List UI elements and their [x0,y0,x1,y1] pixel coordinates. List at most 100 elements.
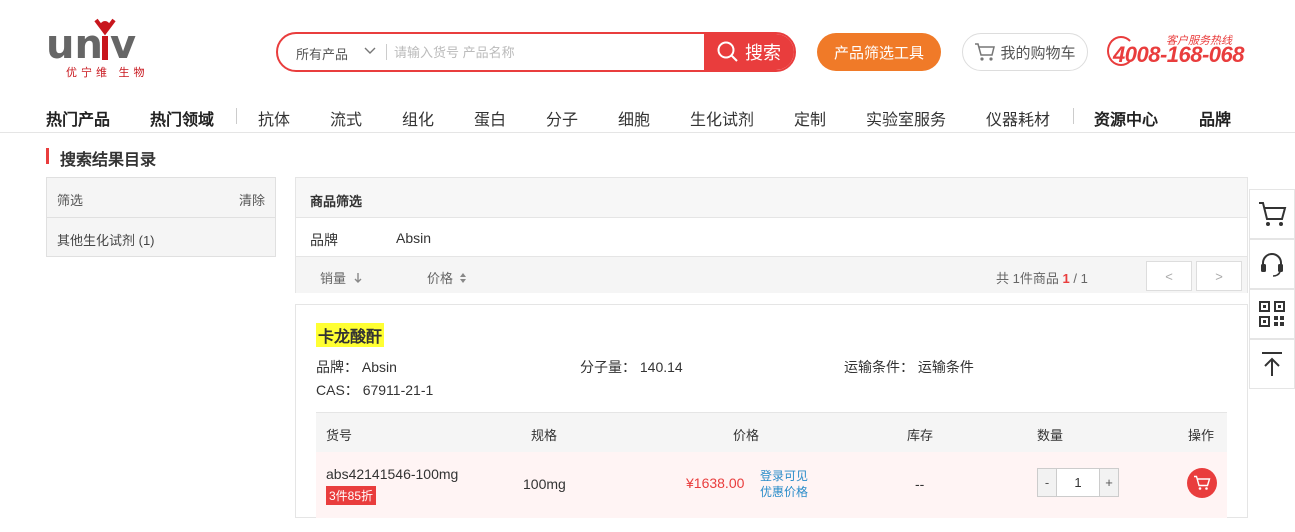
product-filter-title: 商品筛选 [310,194,363,209]
nav-protein[interactable]: 蛋白 [474,106,506,130]
qrcode-icon [1259,301,1285,327]
nav-brands[interactable]: 品牌 [1199,106,1231,130]
left-filter-header: 筛选 清除 [47,178,275,218]
product-cas: CAS： 67911-21-1 [316,380,433,400]
login-price-line1: 登录可见 [760,469,809,483]
sidebar-back-to-top[interactable] [1249,339,1295,389]
login-price-line2: 优惠价格 [760,485,809,499]
sidebar-qrcode[interactable] [1249,289,1295,339]
table-row: abs42141546-100mg 3件85折 100mg ¥1638.00 登… [316,452,1227,518]
next-page-button[interactable]: > [1196,261,1242,291]
search-category[interactable]: 所有产品 [296,44,348,63]
nav-flow[interactable]: 流式 [330,106,362,130]
discount-badge: 3件85折 [326,486,377,505]
headset-icon [1261,253,1283,277]
product-shipping: 运输条件： 运输条件 [844,357,974,377]
cas-label: CAS： [316,382,359,398]
sort-updown-icon [459,273,466,283]
nav-biochem[interactable]: 生化试剂 [690,106,754,130]
sort-sales-label: 销量 [320,271,347,286]
cart-icon [975,43,996,61]
nav-lab-services[interactable]: 实验室服务 [866,106,946,130]
logo-subtitle: 优宁维 生物 [66,66,149,79]
product-mw: 分子量： 140.14 [580,357,683,377]
add-to-cart-button[interactable] [1187,468,1217,498]
col-spec: 规格 [531,428,558,443]
nav-custom[interactable]: 定制 [794,106,826,130]
qty-increment-button[interactable]: + [1100,469,1118,496]
nav-divider [236,108,237,124]
clear-filter-link[interactable]: 清除 [239,190,265,209]
nav-molecular[interactable]: 分子 [546,106,578,130]
shipping-label: 运输条件： [844,359,914,375]
brand-value: Absin [361,359,397,375]
login-for-price-link[interactable]: 登录可见 优惠价格 [760,468,808,500]
nav-divider-line [0,132,1295,133]
qty-input[interactable]: 1 [1056,469,1100,496]
search-button-label: 搜索 [745,43,781,63]
filter-category-item[interactable]: 其他生化试剂 (1) [57,230,155,249]
sort-by-sales[interactable]: 销量 [320,268,363,287]
product-brand: 品牌： Absin [316,357,397,377]
table-header: 货号 规格 价格 库存 数量 操作 [316,412,1227,452]
product-filter-tool-button[interactable]: 产品筛选工具 [817,33,941,71]
qty-decrement-button[interactable]: - [1038,469,1056,496]
product-card: 卡龙酸酐 品牌： Absin 分子量： 140.14 运输条件： 运输条件 CA… [295,304,1248,518]
nav-cell[interactable]: 细胞 [618,106,650,130]
sort-by-price[interactable]: 价格 [427,268,467,287]
svg-text:v: v [110,22,136,68]
product-filter-box: 商品筛选 品牌 Absin 销量 价格 共 1件商品 1 / 1 < > [295,177,1248,293]
mw-label: 分子量： [580,359,636,375]
spec-value: 100mg [523,476,566,492]
nav-resources[interactable]: 资源中心 [1094,106,1158,130]
nav-hot-products[interactable]: 热门产品 [46,106,110,130]
nav-hot-fields[interactable]: 热门领域 [150,106,214,130]
mw-value: 140.14 [639,359,683,375]
total-suffix: 件商品 [1019,271,1059,286]
my-cart-label: 我的购物车 [1000,44,1076,62]
sidebar-cart[interactable] [1249,189,1295,239]
page-separator: / [1073,271,1077,286]
search-divider [386,44,387,60]
stock-value: -- [915,476,925,492]
prev-page-button[interactable]: < [1146,261,1192,291]
total-prefix: 共 [996,271,1010,286]
col-stock: 库存 [907,428,934,443]
nav-divider [1073,108,1074,124]
col-action: 操作 [1188,428,1215,443]
sort-price-label: 价格 [427,271,454,286]
page-current: 1 [1062,271,1070,286]
search-icon [717,41,738,62]
my-cart-button[interactable]: 我的购物车 [962,33,1088,71]
arrow-down-icon [354,273,362,283]
col-sku: 货号 [326,428,353,443]
sidebar-customer-service[interactable] [1249,239,1295,289]
svg-text:un: un [46,22,103,68]
cart-icon [1194,475,1211,490]
product-filter-header: 商品筛选 [296,178,1247,218]
pagination-info: 共 1件商品 1 / 1 [996,268,1088,287]
back-to-top-icon [1262,352,1282,376]
col-price: 价格 [733,428,760,443]
nav-ihc[interactable]: 组化 [402,106,434,130]
nav-antibody[interactable]: 抗体 [258,106,290,130]
brand-label: 品牌： [316,359,358,375]
product-name[interactable]: 卡龙酸酐 [316,323,385,347]
page-title: 搜索结果目录 [60,152,157,169]
brand-filter-option[interactable]: Absin [396,230,431,246]
price-value: ¥1638.00 [686,475,745,491]
search-button[interactable]: 搜索 [704,34,794,70]
nav-instruments[interactable]: 仪器耗材 [986,106,1050,130]
brand-filter-label: 品牌 [310,232,338,248]
left-filter-title: 筛选 [57,193,84,208]
sku-value: abs42141546-100mg [326,466,459,482]
sort-bar: 销量 价格 共 1件商品 1 / 1 < > [296,256,1247,293]
search-input[interactable] [394,40,694,64]
left-filter-panel: 筛选 清除 其他生化试剂 (1) [46,177,276,257]
search-bar: 所有产品 搜索 [276,32,796,72]
breadcrumb-marker [46,148,49,164]
quantity-stepper: - 1 + [1037,468,1119,497]
page-total: 1 [1080,271,1088,286]
hotline-number: 4008-168-068 [1113,42,1245,67]
chevron-down-icon[interactable] [364,42,376,61]
